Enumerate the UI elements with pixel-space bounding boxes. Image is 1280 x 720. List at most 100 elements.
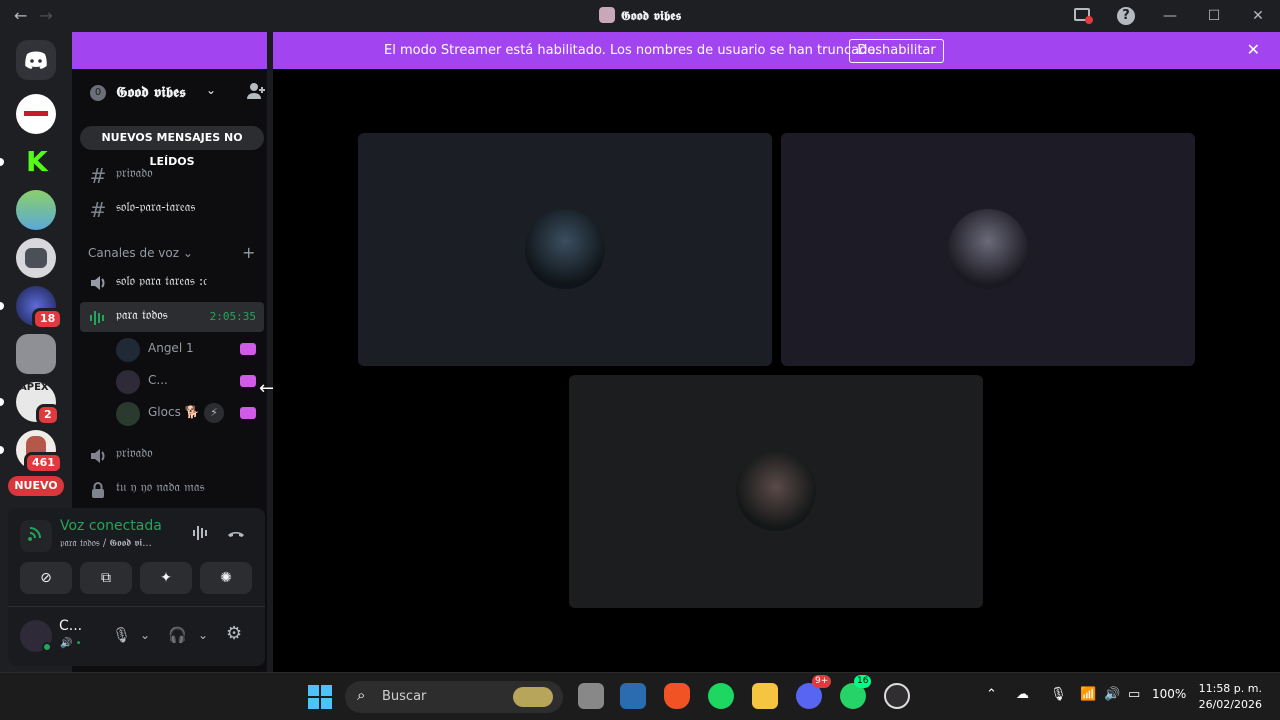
voice-user[interactable]: Glocs 🐕 ⚡ <box>112 399 262 427</box>
voice-status[interactable]: Voz conectada <box>60 518 162 534</box>
lock-icon <box>88 480 108 504</box>
server-icon <box>598 7 615 23</box>
streaming-icon <box>240 375 256 387</box>
chevron-down-icon: ⌄ <box>206 83 217 97</box>
streaming-icon <box>240 407 256 419</box>
mention-badge: 2 <box>36 404 60 426</box>
activities-button[interactable]: ✦ <box>140 562 192 594</box>
call-timer: 2:05:35 <box>209 310 256 323</box>
participant-tile[interactable] <box>569 375 983 608</box>
disconnect-icon[interactable] <box>226 524 246 546</box>
streamer-mode-banner: El modo Streamer está habilitado. Los no… <box>72 32 1280 69</box>
unread-pill <box>0 302 4 310</box>
title-bar: ← → 𝕲𝖔𝖔𝖉 𝖛𝖎𝖇𝖊𝖘 ? — ☐ ✕ <box>0 0 1280 32</box>
server-header[interactable]: 0 𝕲𝖔𝖔𝖉 𝖛𝖎𝖇𝖊𝖘 ⌄ <box>80 81 265 105</box>
banner-text: El modo Streamer está habilitado. Los no… <box>384 43 880 58</box>
voice-user-name: Angel 1 <box>148 341 194 355</box>
banner-close-icon[interactable]: ✕ <box>1247 40 1260 59</box>
windows-start-icon[interactable] <box>308 685 332 709</box>
inbox-icon[interactable] <box>1060 7 1104 25</box>
discord-badge: 9+ <box>812 675 832 688</box>
text-channel-solo-para-tareas[interactable]: # 𝔰𝔬𝔩𝔬-𝔭𝔞𝔯𝔞-𝔱𝔞𝔯𝔢𝔞𝔰 <box>80 194 264 224</box>
maximize-button[interactable]: ☐ <box>1192 8 1236 24</box>
voice-user[interactable]: C... <box>112 367 262 395</box>
unread-messages-pill[interactable]: NUEVOS MENSAJES NO LEÍDOS <box>80 126 264 168</box>
voice-panel: Voz conectada 𝔭𝔞𝔯𝔞 𝔱𝔬𝔡𝔬𝔰 / 𝕲𝖔𝖔𝖉 𝖛𝖎... ⊘ … <box>8 508 265 666</box>
hashtag-icon: # <box>89 198 107 222</box>
avatar <box>116 370 140 394</box>
voice-channel-para-todos[interactable]: 𝔭𝔞𝔯𝔞 𝔱𝔬𝔡𝔬𝔰 2:05:35 <box>80 302 264 332</box>
avatar <box>736 451 816 531</box>
text-channel-privado[interactable]: # 𝔭𝔯𝔦𝔳𝔞𝔡𝔬 <box>80 160 264 190</box>
streaming-icon <box>240 343 256 355</box>
voice-channel-tu-y-yo[interactable]: 𝔱𝔲 𝔶 𝔶𝔬 𝔫𝔞𝔡𝔞 𝔪𝔞𝔰 <box>80 474 264 504</box>
voice-activity-icon <box>88 308 108 332</box>
chevron-down-icon[interactable]: ⌄ <box>198 628 208 642</box>
back-arrow-icon[interactable]: ← <box>14 6 27 25</box>
participant-tile[interactable] <box>781 133 1195 366</box>
voice-channel-privado[interactable]: 𝔭𝔯𝔦𝔳𝔞𝔡𝔬 <box>80 440 264 470</box>
soundboard-button[interactable]: ✺ <box>200 562 252 594</box>
minimize-button[interactable]: — <box>1148 8 1192 24</box>
voice-category-header[interactable]: Canales de voz ⌄ <box>88 246 193 260</box>
server-icon-goose[interactable] <box>16 190 56 230</box>
unread-pill <box>0 398 4 406</box>
obs-icon[interactable] <box>884 683 910 709</box>
server-icon-robot[interactable] <box>16 238 56 278</box>
avatar <box>948 209 1028 289</box>
volume-icon[interactable]: 🔊 <box>1104 687 1120 702</box>
unread-pill <box>0 446 4 454</box>
windows-taskbar: ⌕ Buscar 9+ 16 ⌃ ☁ 🎙 📶 🔊 ▭ 100% 11:58 p.… <box>0 672 1280 720</box>
wifi-icon[interactable]: 📶 <box>1080 687 1096 702</box>
mention-badge: 18 <box>32 308 64 330</box>
screen-share-button[interactable]: ⧉ <box>80 562 132 594</box>
channel-name: 𝔭𝔯𝔦𝔳𝔞𝔡𝔬 <box>116 446 153 461</box>
whatsapp-badge: 16 <box>854 675 872 688</box>
discord-home-icon[interactable] <box>16 40 56 80</box>
taskbar-search[interactable]: ⌕ Buscar <box>345 681 563 713</box>
disable-streamer-button[interactable]: Deshabilitar <box>849 39 944 63</box>
close-button[interactable]: ✕ <box>1236 8 1280 24</box>
help-icon[interactable]: ? <box>1104 7 1148 25</box>
chevron-down-icon[interactable]: ⌄ <box>140 628 150 642</box>
add-channel-icon[interactable]: + <box>242 243 255 262</box>
headset-icon[interactable]: 🎧 <box>168 626 187 644</box>
tray-chevron-up-icon[interactable]: ⌃ <box>986 687 997 702</box>
channel-name: 𝔰𝔬𝔩𝔬-𝔭𝔞𝔯𝔞-𝔱𝔞𝔯𝔢𝔞𝔰 <box>116 200 196 215</box>
battery-icon[interactable]: ▭ <box>1128 687 1140 702</box>
server-icon-gray[interactable] <box>16 334 56 374</box>
channel-name: 𝔭𝔞𝔯𝔞 𝔱𝔬𝔡𝔬𝔰 <box>116 308 168 323</box>
server-settings-icon: 0 <box>90 85 106 101</box>
server-icon-politecnico[interactable] <box>16 94 56 134</box>
forward-arrow-icon[interactable]: → <box>39 6 52 25</box>
online-status-icon <box>42 642 52 652</box>
spotify-icon[interactable] <box>708 683 734 709</box>
noise-suppression-icon[interactable] <box>192 524 210 546</box>
voice-channel-solo-para-tareas[interactable]: 𝔰𝔬𝔩𝔬 𝔭𝔞𝔯𝔞 𝔱𝔞𝔯𝔢𝔞𝔰 :𝔠 <box>80 268 264 298</box>
connection-icon[interactable] <box>20 520 52 552</box>
category-label: Canales de voz <box>88 246 180 260</box>
user-name[interactable]: C... <box>59 618 82 634</box>
speaker-icon <box>88 274 108 296</box>
participant-tile[interactable] <box>358 133 772 366</box>
microphone-icon[interactable]: 🎙 <box>112 626 131 644</box>
camera-off-button[interactable]: ⊘ <box>20 562 72 594</box>
cloud-icon[interactable]: ☁ <box>1016 687 1029 702</box>
activity-icon: ⚡ <box>204 403 224 423</box>
voice-user[interactable]: Angel 1 <box>112 335 262 363</box>
new-servers-badge: NUEVO <box>8 476 64 496</box>
microphone-tray-icon[interactable]: 🎙 <box>1050 687 1067 702</box>
settings-gear-icon[interactable]: ⚙ <box>226 623 242 644</box>
server-icon-kick[interactable]: K <box>16 142 56 182</box>
voice-channel-location[interactable]: 𝔭𝔞𝔯𝔞 𝔱𝔬𝔡𝔬𝔰 / 𝕲𝖔𝖔𝖉 𝖛𝖎... <box>60 538 152 549</box>
brave-icon[interactable] <box>664 683 690 709</box>
chevron-down-icon: ⌄ <box>182 246 193 260</box>
file-explorer-icon[interactable] <box>752 683 778 709</box>
search-icon: ⌕ <box>357 686 366 704</box>
invite-people-icon[interactable] <box>246 81 266 106</box>
system-clock[interactable]: 11:58 p. m. 26/02/2026 <box>1196 681 1262 713</box>
vscode-icon[interactable] <box>620 683 646 709</box>
unread-pill <box>0 158 4 166</box>
mention-badge: 461 <box>24 452 63 474</box>
task-view-icon[interactable] <box>578 683 604 709</box>
